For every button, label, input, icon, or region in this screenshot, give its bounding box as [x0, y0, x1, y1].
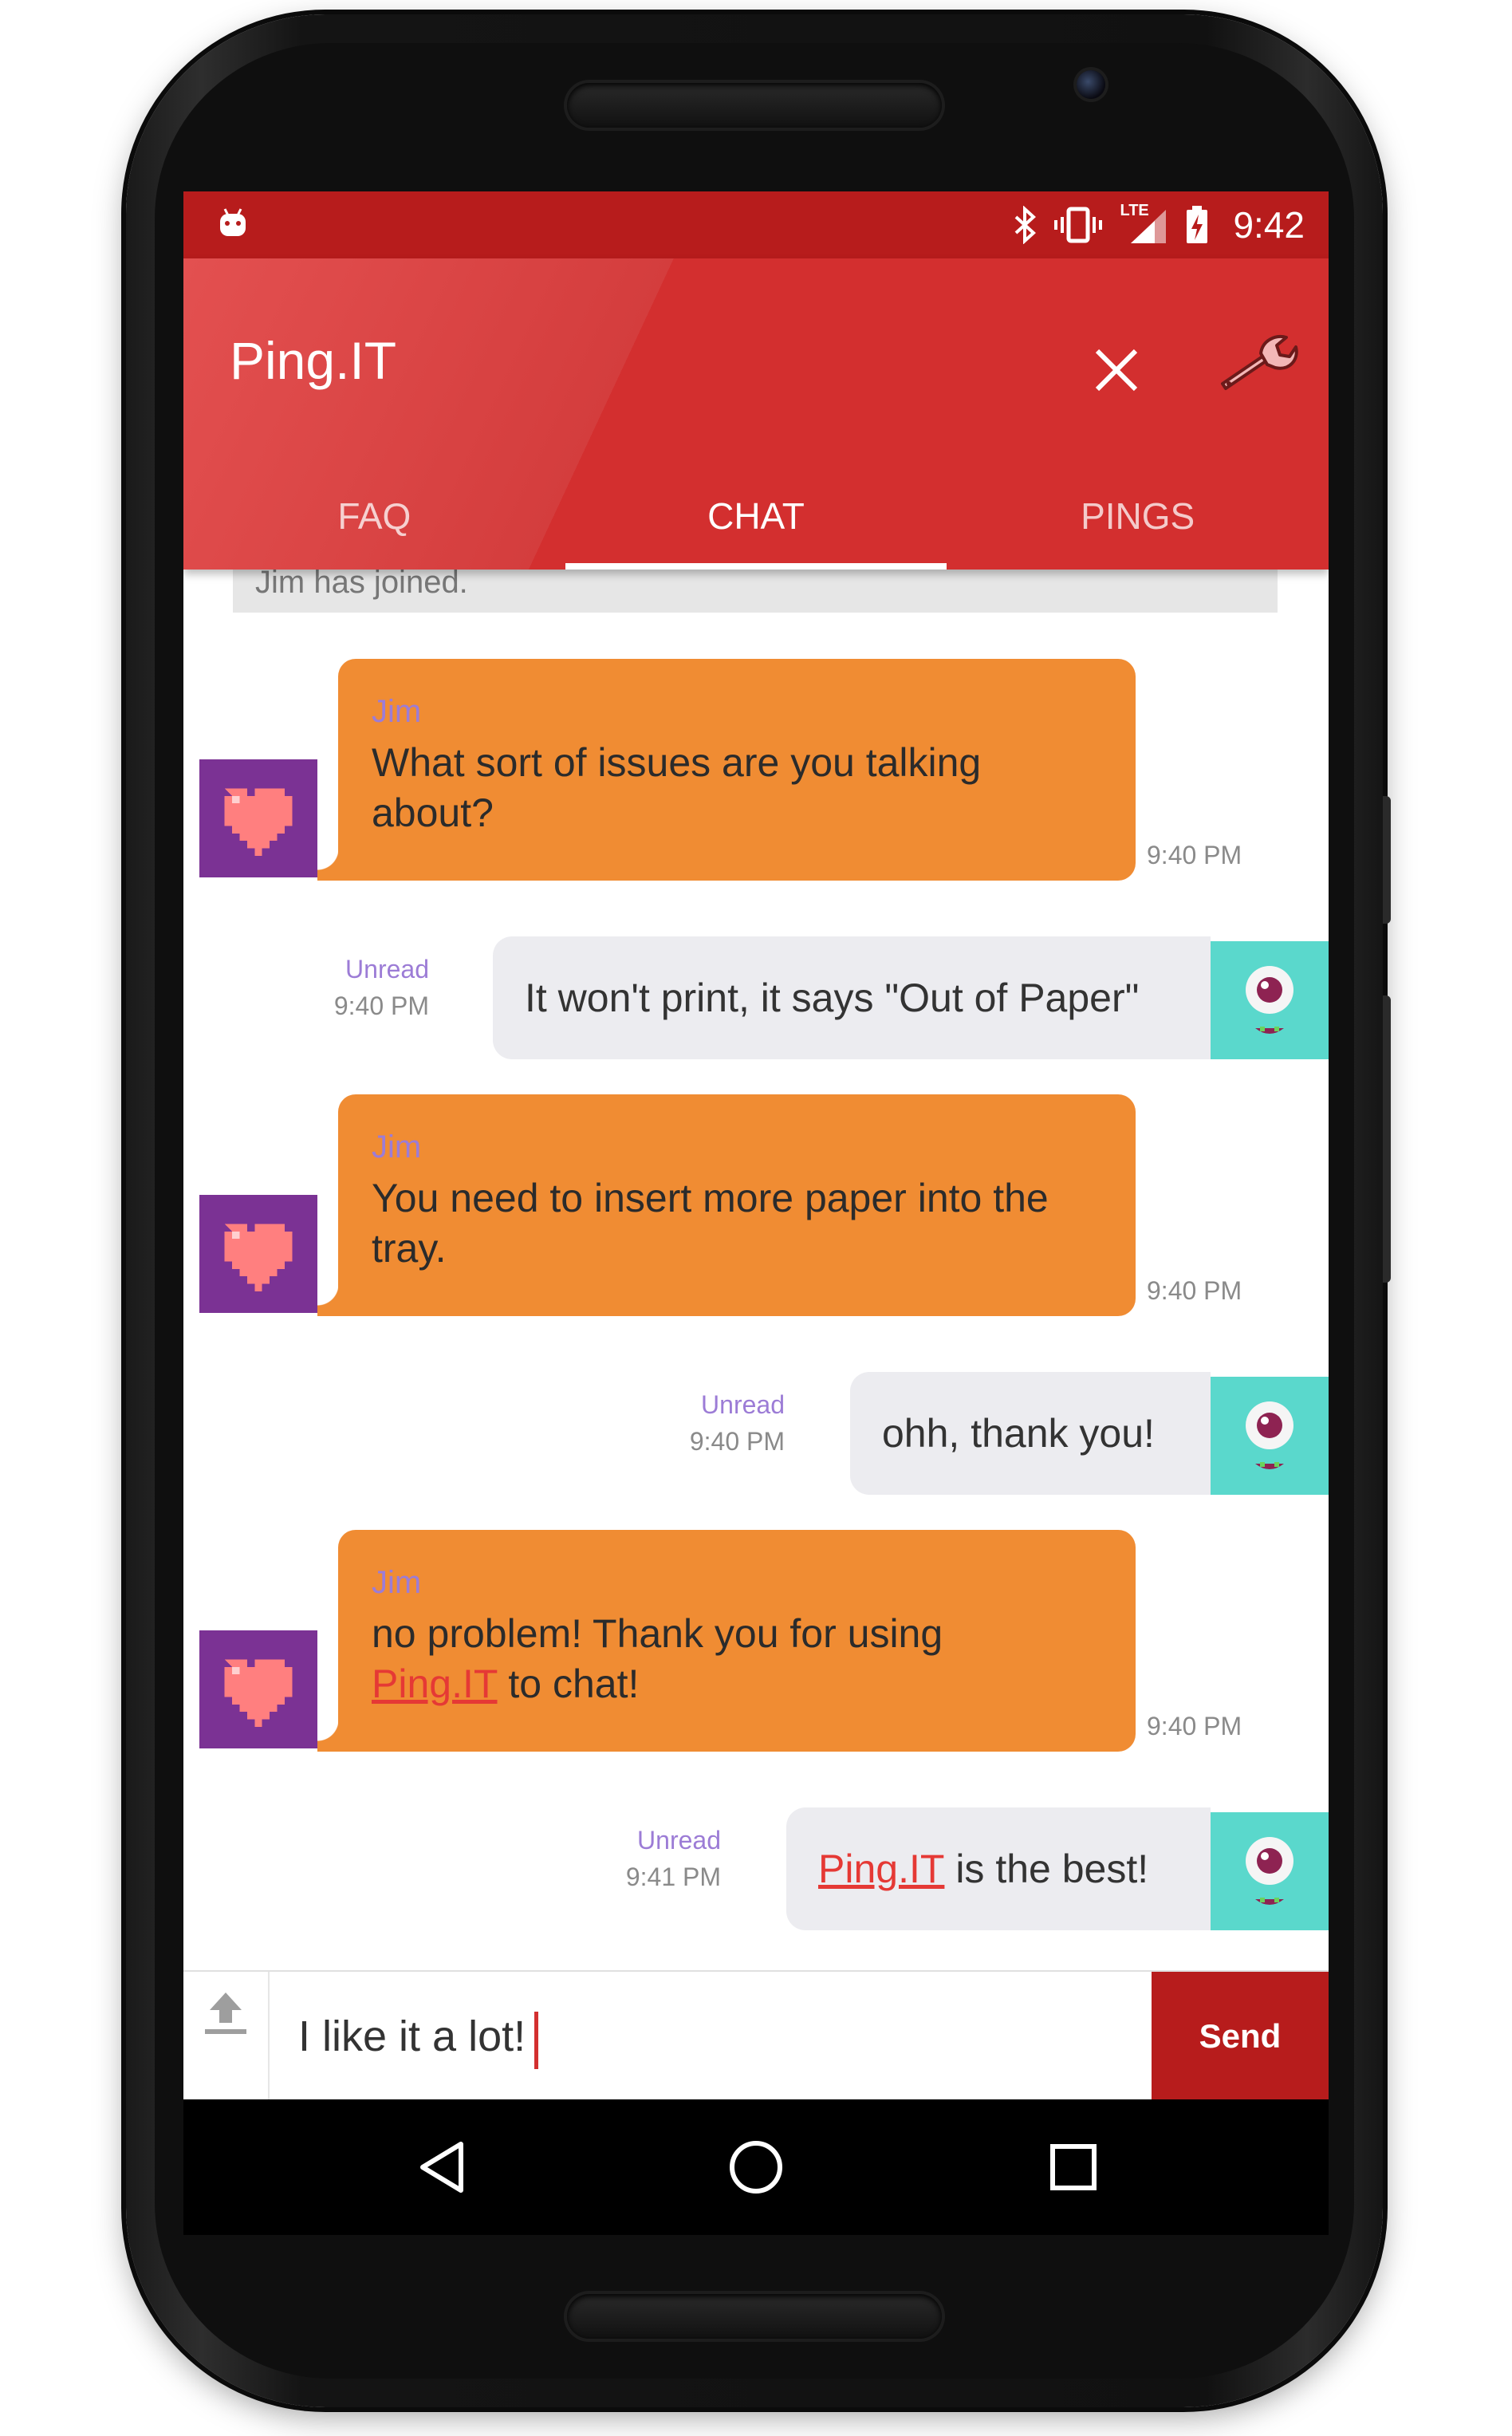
message-meta: Unread 9:40 PM: [690, 1386, 785, 1460]
battery-icon: [1187, 206, 1208, 243]
message-bubble-outgoing: ohh, thank you!: [850, 1372, 1211, 1495]
home-button[interactable]: [708, 2099, 804, 2235]
heart-icon: [224, 1224, 293, 1291]
message-text: no problem! Thank you for using Ping.IT …: [372, 1609, 1102, 1709]
message-text: You need to insert more paper into the t…: [372, 1176, 1049, 1271]
app-title: Ping.IT: [230, 331, 397, 390]
close-button[interactable]: [1069, 322, 1164, 418]
wrench-icon: [1221, 335, 1298, 390]
chat-area[interactable]: Jim has joined. Jim What sort of issues …: [183, 570, 1329, 1970]
message-time: 9:40 PM: [333, 991, 429, 1020]
home-icon: [730, 2141, 782, 2194]
bottom-speaker: [567, 2294, 942, 2339]
user-avatar: [1211, 1377, 1329, 1495]
close-icon: [1095, 349, 1138, 392]
text-cursor: [534, 2012, 538, 2069]
app-link[interactable]: Ping.IT: [372, 1661, 498, 1706]
jim-avatar: [199, 759, 317, 877]
back-button[interactable]: [394, 2099, 490, 2235]
message-time: 9:40 PM: [1147, 1712, 1242, 1740]
monster-icon: [1246, 1837, 1293, 1905]
unread-status: Unread: [701, 1390, 785, 1419]
upload-icon: [205, 1993, 246, 2034]
send-button[interactable]: Send: [1152, 1972, 1329, 2099]
message-text: ohh, thank you!: [882, 1411, 1155, 1456]
user-avatar: [1211, 941, 1329, 1059]
bluetooth-icon: [1015, 206, 1037, 244]
app-bar: Ping.IT FAQ CHAT PINGS: [183, 258, 1329, 570]
power-button: [1383, 796, 1391, 924]
tab-bar: FAQ CHAT PINGS: [183, 463, 1329, 570]
message-bubble-incoming: Jim What sort of issues are you talking …: [317, 659, 1136, 881]
user-avatar: [1211, 1812, 1329, 1930]
message-bubble-incoming: Jim no problem! Thank you for using Ping…: [317, 1530, 1136, 1752]
message-text-part: to chat!: [508, 1661, 640, 1706]
message-time: 9:40 PM: [1147, 1276, 1242, 1305]
front-camera: [1077, 70, 1105, 99]
message-time: 9:40 PM: [1147, 841, 1242, 869]
settings-button[interactable]: [1204, 314, 1308, 418]
sender-name: Jim: [372, 694, 422, 729]
monster-icon: [1246, 966, 1293, 1034]
message-bubble-incoming: Jim You need to insert more paper into t…: [317, 1094, 1136, 1316]
jim-avatar: [199, 1630, 317, 1748]
vibrate-icon: [1054, 207, 1103, 243]
message-text-part: no problem! Thank you for using: [372, 1611, 943, 1656]
message-text: It won't print, it says "Out of Paper": [525, 976, 1140, 1020]
message-bubble-outgoing: It won't print, it says "Out of Paper": [493, 936, 1211, 1059]
sender-name: Jim: [372, 1129, 422, 1165]
volume-button: [1383, 995, 1391, 1283]
status-bar: LTE 9:42: [183, 191, 1329, 258]
message-meta: Unread 9:41 PM: [626, 1822, 721, 1895]
screen: LTE 9:42 Ping.IT FAQ CHAT PINGS Jim has …: [183, 191, 1329, 2099]
back-icon: [420, 2142, 463, 2193]
message-time: 9:41 PM: [625, 1862, 721, 1891]
unread-status: Unread: [637, 1826, 721, 1855]
system-message: Jim has joined.: [233, 570, 1278, 613]
tab-pings[interactable]: PINGS: [947, 463, 1329, 570]
tab-chat[interactable]: CHAT: [565, 463, 947, 570]
monster-icon: [1246, 1401, 1293, 1469]
jim-avatar: [199, 1195, 317, 1313]
recents-button[interactable]: [1026, 2099, 1121, 2235]
earpiece-speaker: [567, 83, 942, 128]
signal-icon: LTE: [1120, 202, 1167, 245]
message-input[interactable]: [271, 1972, 1148, 2099]
message-composer: Send: [183, 1970, 1329, 2099]
android-icon: [220, 208, 246, 236]
status-time: 9:42: [1233, 204, 1305, 246]
recents-icon: [1050, 2144, 1097, 2190]
status-icons: LTE 9:42: [1013, 202, 1305, 247]
message-text: What sort of issues are you talking abou…: [372, 740, 982, 835]
heart-icon: [224, 1659, 293, 1727]
message-text: is the best!: [955, 1847, 1149, 1891]
upload-button[interactable]: [183, 1972, 270, 2099]
tab-faq[interactable]: FAQ: [183, 463, 565, 570]
app-link[interactable]: Ping.IT: [818, 1846, 944, 1892]
unread-status: Unread: [345, 955, 429, 983]
message-time: 9:40 PM: [689, 1427, 785, 1456]
message-bubble-outgoing: Ping.IT is the best!: [786, 1807, 1211, 1930]
navigation-bar: [183, 2099, 1329, 2235]
heart-icon: [224, 788, 293, 856]
message-meta: Unread 9:40 PM: [334, 951, 429, 1024]
sender-name: Jim: [372, 1565, 422, 1600]
